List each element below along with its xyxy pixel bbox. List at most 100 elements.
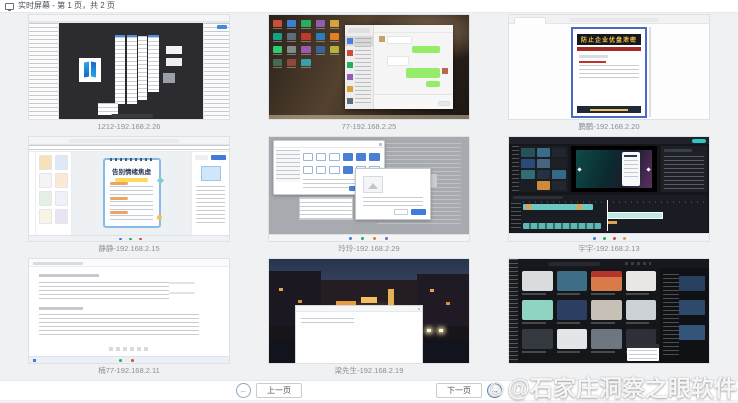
taskbar-icon	[361, 237, 364, 240]
artboard	[127, 35, 137, 104]
template-card	[39, 155, 52, 170]
window-text-lines	[301, 318, 354, 325]
search-input	[348, 28, 370, 33]
chat-list-lines	[355, 38, 371, 104]
screen-cell-2: 77-192.168.2.25	[268, 14, 470, 133]
prev-page-button[interactable]: 上一页	[256, 383, 302, 398]
canvas-card	[166, 46, 182, 54]
message-bubble-left	[387, 56, 409, 66]
next-page-button[interactable]: 下一页	[436, 383, 482, 398]
logo-tile	[79, 58, 101, 82]
table-header-line	[39, 307, 83, 310]
media-thumb	[521, 148, 535, 157]
template-video-card	[626, 271, 657, 291]
note-lines	[110, 186, 153, 195]
track-labels	[511, 203, 521, 230]
taskbar-icon	[119, 238, 122, 241]
taskbar-icon	[613, 237, 616, 240]
time-ruler	[523, 201, 705, 203]
doc-banner: 防止企业优盘泄密	[577, 34, 640, 45]
screen-thumbnail-9[interactable]	[508, 258, 710, 364]
chat-list	[345, 25, 374, 108]
search-input	[548, 262, 600, 266]
contact-avatar	[379, 36, 385, 42]
window-header	[296, 306, 422, 312]
desktop-icon	[330, 33, 339, 40]
file-icon	[329, 166, 339, 174]
desktop-icon	[287, 33, 296, 40]
doc-footer-bar	[577, 106, 640, 113]
media-thumb	[537, 170, 551, 179]
chat-area	[374, 25, 453, 95]
media-thumb	[552, 159, 566, 168]
template-card	[39, 191, 52, 206]
media-grid	[521, 148, 566, 190]
screen-thumbnail-3[interactable]: 防止企业优盘泄密	[508, 14, 710, 120]
qr-block	[163, 73, 175, 83]
phone-text-lines	[624, 160, 638, 180]
address-bar	[569, 18, 659, 22]
lit-window	[446, 302, 450, 305]
preview-area	[571, 146, 657, 192]
side-rail	[29, 152, 36, 235]
close-icon	[379, 143, 382, 146]
panel-lines	[664, 156, 704, 189]
video-frame	[576, 150, 652, 188]
properties-panel	[191, 152, 229, 235]
screen-thumbnail-6[interactable]	[508, 136, 710, 242]
taskbar-icon	[623, 237, 626, 240]
taskbar-icon	[603, 237, 606, 240]
dark-canvas	[59, 23, 203, 119]
export-button	[692, 139, 706, 143]
desktop-icon	[273, 33, 282, 40]
sticker-accent	[157, 215, 162, 220]
attributes-panel	[661, 146, 707, 192]
content-dialog	[355, 168, 431, 220]
screen-cell-1: 1212-192.168.2.26	[28, 14, 230, 133]
screen-thumbnail-7[interactable]	[28, 258, 230, 364]
screen-thumbnail-8[interactable]	[268, 258, 470, 364]
mini-window	[627, 344, 659, 361]
note-lines	[110, 201, 153, 210]
thumb-caption: 77-192.168.2.25	[268, 120, 470, 133]
phone-screenshot	[622, 152, 640, 185]
desktop-icon	[273, 46, 282, 53]
media-thumb	[552, 181, 566, 190]
cancel-button	[394, 209, 408, 215]
media-thumb	[537, 148, 551, 157]
car-headlight	[427, 329, 431, 332]
artboard	[138, 36, 147, 99]
table-cell-line	[169, 292, 195, 294]
desktop-icon	[301, 20, 310, 27]
template-video-card	[522, 329, 553, 349]
file-icon	[343, 153, 353, 161]
thumb-caption: 静静-192.168.2.15	[28, 242, 230, 255]
editor-titlebar	[509, 137, 709, 144]
prev-arrow-button[interactable]: ←	[236, 383, 251, 398]
screen-thumbnail-1[interactable]	[28, 14, 230, 120]
section-label	[110, 197, 128, 200]
doc-red-text-line	[579, 61, 606, 63]
message-bubble-right	[406, 68, 441, 78]
properties-panel	[203, 23, 229, 119]
doc-text-lines	[579, 65, 640, 79]
video-thumb	[679, 300, 705, 315]
screen-thumbnail-5[interactable]	[268, 136, 470, 242]
media-thumb	[552, 170, 566, 179]
screen-thumbnail-2[interactable]	[268, 14, 470, 120]
screen-cell-4: 告别情绪焦虑 静静-192.168.2.15	[28, 136, 230, 255]
desktop-icon	[316, 33, 325, 40]
table-rows	[39, 282, 169, 302]
taskbar-icon	[129, 238, 132, 241]
next-arrow-button[interactable]: →	[487, 383, 502, 398]
screen-thumbnail-4[interactable]: 告别情绪焦虑	[28, 136, 230, 242]
file-icon	[316, 166, 326, 174]
avatar	[347, 62, 353, 68]
toolbar-tabs	[33, 262, 83, 265]
download-button	[211, 155, 226, 160]
transform-handle	[646, 168, 650, 172]
toolbar	[29, 259, 229, 267]
table-rows	[39, 314, 199, 336]
playhead	[607, 200, 608, 231]
desktop-icon	[330, 20, 339, 27]
